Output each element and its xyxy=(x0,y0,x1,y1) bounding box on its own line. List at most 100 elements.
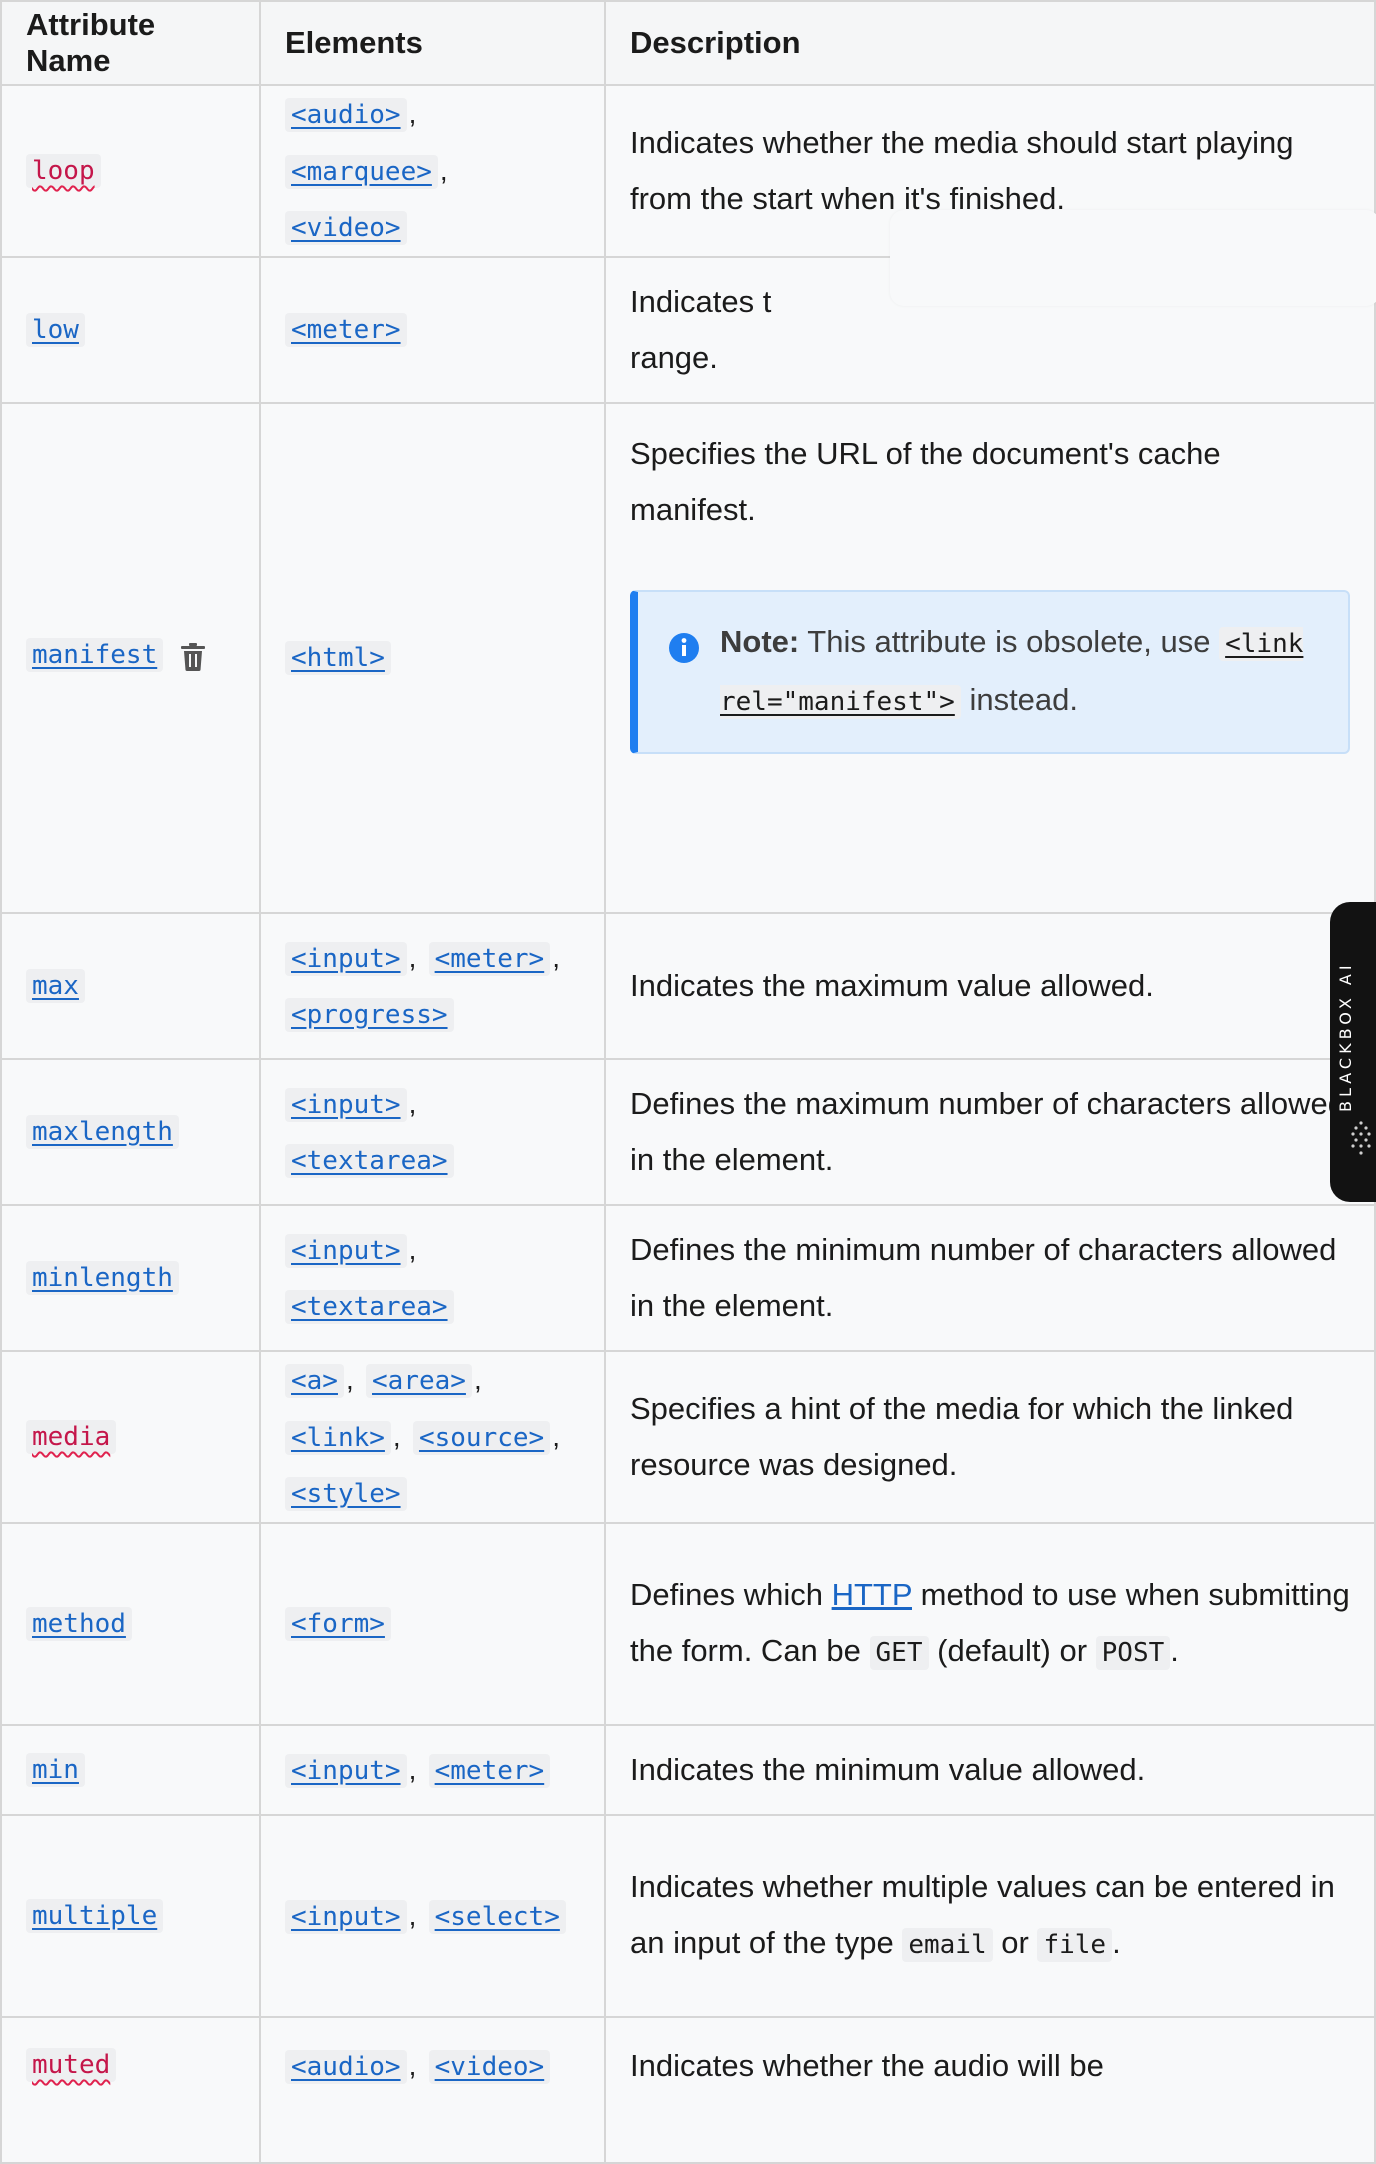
description-text: . xyxy=(1112,1925,1121,1960)
inline-code: file xyxy=(1037,1928,1113,1962)
attr-link[interactable]: low xyxy=(26,313,85,347)
description-cell: Defines which HTTP method to use when su… xyxy=(604,1522,1376,1726)
element-link[interactable]: <select> xyxy=(428,1899,566,1934)
attr-cell: muted xyxy=(0,2016,261,2164)
attr-cell: min xyxy=(0,1724,261,1816)
elements-cell: <meter> xyxy=(259,256,606,404)
description-cell: Indicates whether the audio will be xyxy=(604,2016,1376,2164)
header-elements: Elements xyxy=(259,0,606,86)
description-text: range. xyxy=(630,340,718,375)
description-text: Defines which xyxy=(630,1577,823,1612)
description-text: (default) or xyxy=(937,1633,1088,1668)
element-link[interactable]: <marquee> xyxy=(285,155,438,189)
attr-cell: media xyxy=(0,1350,261,1524)
attr-name: loop xyxy=(26,154,101,188)
description-text: Indicates t xyxy=(630,284,772,319)
inline-code: POST xyxy=(1095,1636,1171,1670)
http-link[interactable]: HTTP xyxy=(832,1577,912,1612)
floating-popup-overlay xyxy=(890,210,1376,306)
elements-cell: <input>, <textarea> xyxy=(259,1058,606,1206)
table-row: maxlength <input>, <textarea> Defines th… xyxy=(0,1058,1376,1206)
element-link[interactable]: <video> xyxy=(285,211,407,245)
table-row: minlength <input>, <textarea> Defines th… xyxy=(0,1204,1376,1352)
table-row: manifest <html> Specifies the URL of the… xyxy=(0,402,1376,914)
inline-code: GET xyxy=(869,1636,929,1670)
element-link[interactable]: <area> xyxy=(366,1364,472,1398)
attr-link[interactable]: min xyxy=(26,1753,85,1787)
elements-cell: <input>, <select> xyxy=(259,1814,606,2018)
attr-cell: manifest xyxy=(0,402,261,914)
elements-cell: <input>, <textarea> xyxy=(259,1204,606,1352)
attr-cell: minlength xyxy=(0,1204,261,1352)
attr-cell: loop xyxy=(0,84,261,258)
element-link[interactable]: <meter> xyxy=(428,941,551,976)
element-link[interactable]: <audio> xyxy=(285,98,407,132)
element-link[interactable]: <form> xyxy=(285,1607,391,1641)
note-text: This attribute is obsolete, use xyxy=(807,624,1211,659)
info-icon xyxy=(668,626,700,682)
attr-link[interactable]: manifest xyxy=(26,638,164,673)
table-header-row: Attribute Name Elements Description xyxy=(0,0,1376,86)
inline-code: email xyxy=(902,1928,993,1962)
description-cell: Specifies the URL of the document's cach… xyxy=(604,402,1376,914)
attr-link[interactable]: max xyxy=(26,969,85,1003)
blackbox-side-tab[interactable]: BLACKBOX AI xyxy=(1330,902,1376,1202)
obsolete-note: Note: This attribute is obsolete, use <l… xyxy=(630,590,1350,754)
element-link[interactable]: <input> xyxy=(285,941,407,976)
table-row: method <form> Defines which HTTP method … xyxy=(0,1522,1376,1726)
elements-cell: <a>, <area>, <link>, <source>, <style> xyxy=(259,1350,606,1524)
note-content: Note: This attribute is obsolete, use <l… xyxy=(720,614,1324,730)
element-link[interactable]: <video> xyxy=(428,2050,551,2084)
table-row: min <input>, <meter> Indicates the minim… xyxy=(0,1724,1376,1816)
attr-link[interactable]: method xyxy=(26,1607,132,1641)
element-link[interactable]: <style> xyxy=(285,1477,407,1511)
attributes-table: Attribute Name Elements Description loop… xyxy=(0,0,1376,2164)
description-cell: Indicates whether multiple values can be… xyxy=(604,1814,1376,2018)
blackbox-label: BLACKBOX AI xyxy=(1336,961,1355,1112)
description-text: . xyxy=(1170,1633,1179,1668)
attr-cell: low xyxy=(0,256,261,404)
description-text: or xyxy=(1001,1925,1029,1960)
note-text: instead. xyxy=(969,682,1079,717)
elements-cell: <form> xyxy=(259,1522,606,1726)
element-link[interactable]: <textarea> xyxy=(285,1289,454,1324)
table-row: muted <audio>, <video> Indicates whether… xyxy=(0,2016,1376,2164)
attr-name: muted xyxy=(26,2048,117,2082)
description-cell: Specifies a hint of the media for which … xyxy=(604,1350,1376,1524)
element-link[interactable]: <input> xyxy=(285,1233,407,1268)
element-link[interactable]: <html> xyxy=(285,641,391,675)
attr-link[interactable]: maxlength xyxy=(26,1115,179,1149)
elements-cell: <html> xyxy=(259,402,606,914)
element-link[interactable]: <input> xyxy=(285,1899,407,1934)
elements-cell: <audio>, <video> xyxy=(259,2016,606,2164)
attr-cell: maxlength xyxy=(0,1058,261,1206)
element-link[interactable]: <input> xyxy=(285,1753,407,1788)
table-row: media <a>, <area>, <link>, <source>, <st… xyxy=(0,1350,1376,1524)
element-link[interactable]: <audio> xyxy=(285,2050,407,2084)
attr-cell: max xyxy=(0,912,261,1060)
element-link[interactable]: <input> xyxy=(285,1087,407,1122)
note-label: Note: xyxy=(720,624,800,659)
element-link[interactable]: <source> xyxy=(412,1421,551,1455)
description-cell: Indicates the maximum value allowed. xyxy=(604,912,1376,1060)
table-row: max <input>, <meter>, <progress> Indicat… xyxy=(0,912,1376,1060)
element-link[interactable]: <meter> xyxy=(285,313,407,347)
attr-link[interactable]: minlength xyxy=(26,1261,179,1295)
description-cell: Defines the maximum number of characters… xyxy=(604,1058,1376,1206)
attr-cell: multiple xyxy=(0,1814,261,2018)
attr-link[interactable]: multiple xyxy=(26,1899,164,1933)
table-row: multiple <input>, <select> Indicates whe… xyxy=(0,1814,1376,2018)
element-link[interactable]: <a> xyxy=(285,1364,344,1398)
trash-icon xyxy=(180,642,206,676)
description-cell: Indicates the minimum value allowed. xyxy=(604,1724,1376,1816)
element-link[interactable]: <meter> xyxy=(428,1753,551,1788)
header-description: Description xyxy=(604,0,1376,86)
element-link[interactable]: <progress> xyxy=(285,997,454,1032)
elements-cell: <input>, <meter>, <progress> xyxy=(259,912,606,1060)
element-link[interactable]: <textarea> xyxy=(285,1143,454,1178)
attr-cell: method xyxy=(0,1522,261,1726)
attr-name: media xyxy=(26,1420,117,1454)
header-attribute-name: Attribute Name xyxy=(0,0,261,86)
description-cell: Defines the minimum number of characters… xyxy=(604,1204,1376,1352)
element-link[interactable]: <link> xyxy=(285,1421,391,1455)
